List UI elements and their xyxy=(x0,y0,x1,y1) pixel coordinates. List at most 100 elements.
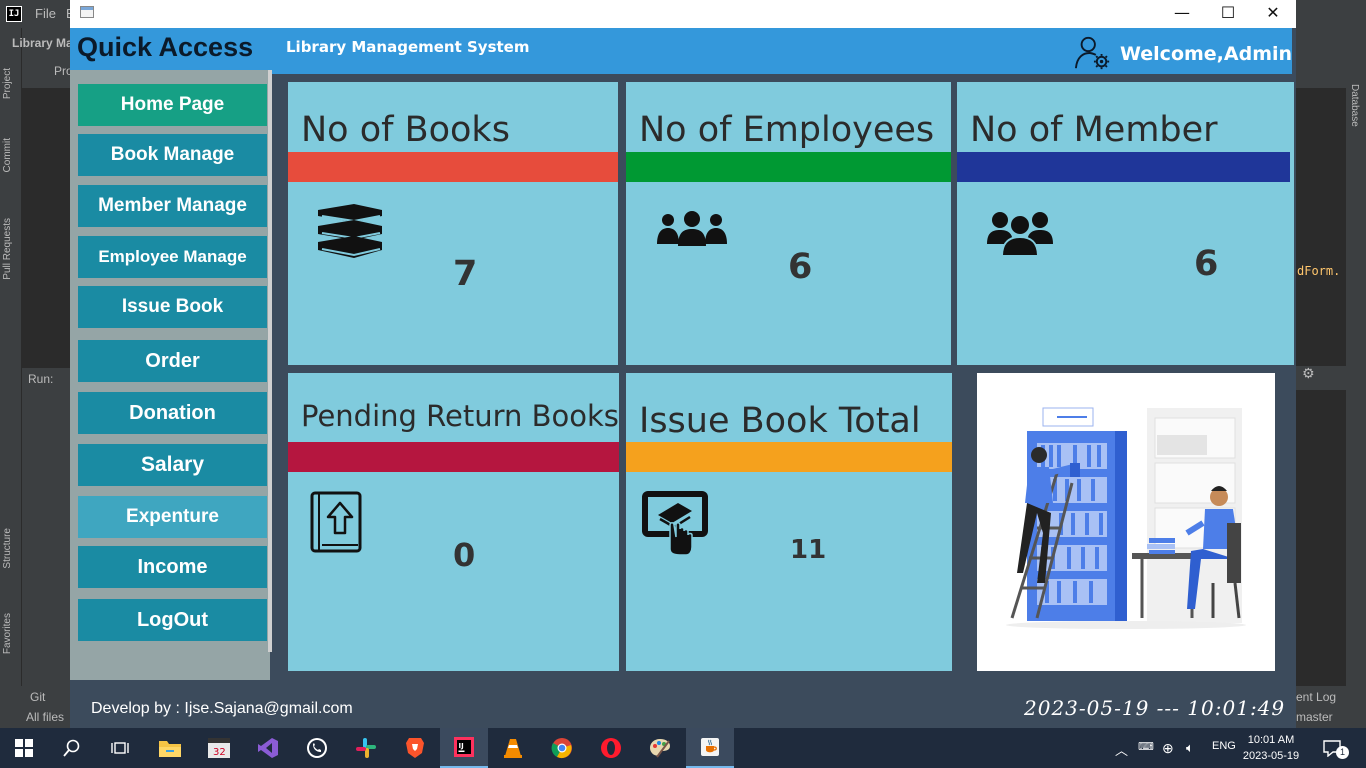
gear-icon[interactable]: ⚙ xyxy=(1302,366,1315,382)
svg-text:IJ: IJ xyxy=(459,742,464,750)
taskbar-app-calendar[interactable]: 32 xyxy=(195,728,243,768)
taskbar-date: 2023-05-19 xyxy=(1242,750,1300,762)
ide-editor-toolbar xyxy=(1296,28,1346,88)
taskbar-chrome[interactable] xyxy=(538,728,586,768)
pending-card-title: Pending Return Books xyxy=(301,399,619,433)
ide-tab-favorites[interactable]: Favorites xyxy=(2,613,13,654)
pending-count: 0 xyxy=(453,536,476,574)
windows-logo-icon xyxy=(15,739,33,757)
intellij-logo-icon: IJ xyxy=(6,6,22,22)
network-globe-icon[interactable]: ⊕ xyxy=(1162,740,1174,757)
opera-icon xyxy=(601,738,621,758)
app-footer: Develop by : Ijse.Sajana@gmail.com 2023-… xyxy=(70,682,1296,728)
start-button[interactable] xyxy=(0,728,48,768)
ide-all-files: All files xyxy=(26,710,65,724)
ide-tab-project[interactable]: Project xyxy=(2,68,13,99)
clapper-app-icon: 32 xyxy=(208,738,230,758)
ide-tab-commit[interactable]: Commit xyxy=(2,138,13,172)
taskbar-vlc[interactable] xyxy=(489,728,537,768)
ide-run-label: Run: xyxy=(28,372,54,386)
taskbar-intellij[interactable]: IJ xyxy=(440,728,488,768)
search-button[interactable] xyxy=(48,728,96,768)
issued-count: 11 xyxy=(790,535,827,565)
nav-order[interactable]: Order xyxy=(78,340,267,382)
app-window: — ☐ ✕ Quick Access Library Management Sy… xyxy=(70,0,1296,728)
members-card-title: No of Member xyxy=(970,110,1218,150)
developer-credit: Develop by : Ijse.Sajana@gmail.com xyxy=(91,700,353,717)
members-count: 6 xyxy=(1194,244,1219,284)
issued-card-title: Issue Book Total xyxy=(639,401,921,441)
welcome-text: Welcome,Admin xyxy=(1120,43,1293,65)
nav-expenture[interactable]: Expenture xyxy=(78,496,267,538)
task-view-button[interactable] xyxy=(96,728,144,768)
employees-card-title: No of Employees xyxy=(639,110,935,150)
taskbar-brave[interactable] xyxy=(391,728,439,768)
ide-branch[interactable]: master xyxy=(1296,710,1333,724)
books-stack-icon xyxy=(318,204,382,258)
sidebar-scrollbar[interactable] xyxy=(268,70,272,652)
task-view-icon xyxy=(111,742,129,754)
ide-editor-area xyxy=(1296,28,1346,686)
ide-tab-database[interactable]: Database xyxy=(1349,84,1360,127)
search-icon xyxy=(63,739,80,757)
notification-center-button[interactable]: 1 xyxy=(1312,728,1352,768)
taskbar-visual-studio[interactable] xyxy=(244,728,292,768)
ide-tab-pull-requests[interactable]: Pull Requests xyxy=(2,218,13,280)
datetime-display: 2023-05-19 --- 10:01:49 xyxy=(1024,696,1286,720)
taskbar-java[interactable] xyxy=(686,728,734,768)
minimize-button[interactable]: — xyxy=(1159,0,1205,28)
ide-tab-structure[interactable]: Structure xyxy=(2,528,13,569)
notification-badge: 1 xyxy=(1336,746,1349,759)
taskbar-paint[interactable] xyxy=(636,728,684,768)
paint-palette-icon xyxy=(650,739,670,758)
nav-income[interactable]: Income xyxy=(78,546,267,588)
close-button[interactable]: ✕ xyxy=(1250,0,1296,28)
taskbar: 32 IJ ︿ ⌨ ⊕ 🔈︎ ENG 10:01 AM 2023-05-19 1 xyxy=(0,728,1366,768)
intellij-icon: IJ xyxy=(454,737,474,757)
ide-git-tab[interactable]: Git xyxy=(30,690,45,704)
vlc-icon xyxy=(504,739,522,758)
svg-text:32: 32 xyxy=(213,747,226,758)
admin-settings-icon xyxy=(1074,36,1110,70)
employees-count: 6 xyxy=(788,247,813,287)
ide-event-log[interactable]: ent Log xyxy=(1296,690,1336,704)
employees-group-icon xyxy=(657,211,727,246)
nav-member-manage[interactable]: Member Manage xyxy=(78,185,267,227)
quick-access-title: Quick Access xyxy=(77,32,254,62)
app-header: Quick Access Library Management System W… xyxy=(70,28,1292,74)
maximize-button[interactable]: ☐ xyxy=(1205,0,1251,28)
taskbar-whatsapp[interactable] xyxy=(293,728,341,768)
issued-card: Issue Book Total 11 xyxy=(626,373,952,671)
issue-tablet-book-icon xyxy=(642,491,708,555)
window-icon xyxy=(80,6,94,18)
taskbar-slack[interactable] xyxy=(342,728,390,768)
nav-donation[interactable]: Donation xyxy=(78,392,267,434)
library-illustration xyxy=(977,373,1275,671)
show-hidden-icons-icon[interactable]: ︿ xyxy=(1115,740,1128,759)
visual-studio-icon xyxy=(258,738,278,758)
employees-card: No of Employees 6 xyxy=(626,82,951,365)
input-method-icon[interactable]: ⌨ xyxy=(1138,740,1154,753)
nav-salary[interactable]: Salary xyxy=(78,444,267,486)
java-icon xyxy=(701,738,719,756)
taskbar-time: 10:01 AM xyxy=(1247,734,1295,746)
volume-icon[interactable]: 🔈︎ xyxy=(1186,740,1194,756)
whatsapp-icon xyxy=(307,738,327,758)
nav-employee-manage[interactable]: Employee Manage xyxy=(78,236,267,278)
nav-logout[interactable]: LogOut xyxy=(78,599,267,641)
taskbar-opera[interactable] xyxy=(587,728,635,768)
books-card-bar xyxy=(288,152,618,182)
issued-card-bar xyxy=(626,442,952,472)
members-card-bar xyxy=(957,152,1290,182)
employees-card-bar xyxy=(626,152,951,182)
nav-book-manage[interactable]: Book Manage xyxy=(78,134,267,176)
window-titlebar: — ☐ ✕ xyxy=(70,0,1296,28)
ide-menu-file[interactable]: File xyxy=(35,6,56,21)
taskbar-file-explorer[interactable] xyxy=(146,728,194,768)
nav-home-page[interactable]: Home Page xyxy=(78,84,267,126)
taskbar-clock[interactable]: 10:01 AM 2023-05-19 xyxy=(1238,732,1304,764)
members-group-icon xyxy=(987,212,1053,256)
language-indicator[interactable]: ENG xyxy=(1212,740,1236,752)
nav-issue-book[interactable]: Issue Book xyxy=(78,286,267,328)
ide-run-panel xyxy=(22,368,70,688)
